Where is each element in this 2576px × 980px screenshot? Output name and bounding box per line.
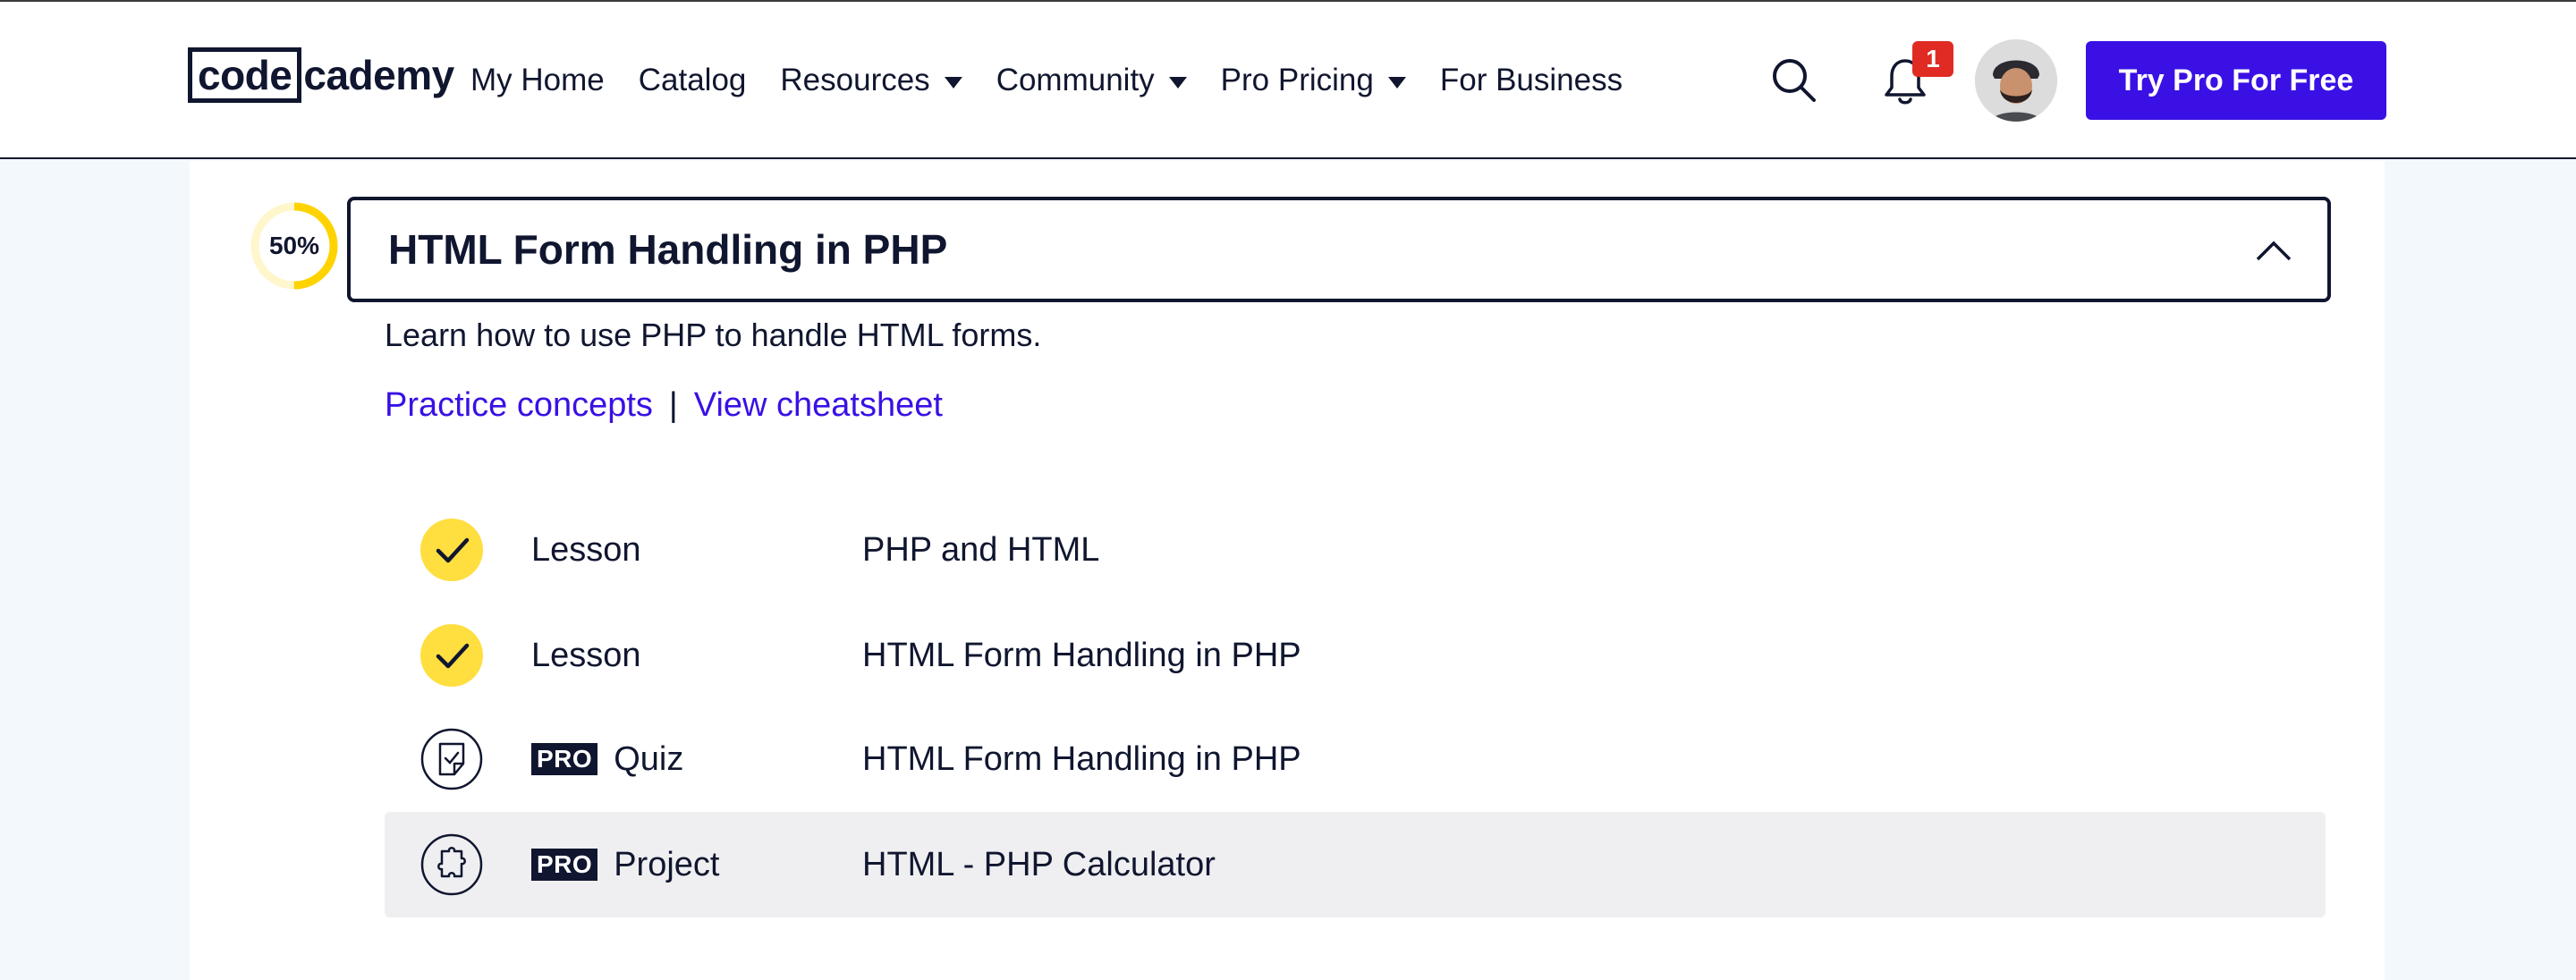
try-pro-button[interactable]: Try Pro For Free xyxy=(2086,41,2386,120)
main-nav: My Home Catalog Resources Community Pro … xyxy=(470,55,1657,106)
item-title: HTML Form Handling in PHP xyxy=(862,636,1301,674)
module-header-toggle[interactable]: HTML Form Handling in PHP xyxy=(347,197,2331,302)
item-type: Lesson xyxy=(531,530,641,569)
item-type: PRO Project xyxy=(531,812,719,917)
practice-concepts-link[interactable]: Practice concepts xyxy=(385,386,653,425)
notification-badge: 1 xyxy=(1912,41,1953,77)
module-links: Practice concepts | View cheatsheet xyxy=(385,386,943,425)
module-description: Learn how to use PHP to handle HTML form… xyxy=(385,317,1042,353)
list-item[interactable]: PRO Quiz HTML Form Handling in PHP xyxy=(385,706,2326,812)
pro-badge: PRO xyxy=(531,849,598,881)
search-icon[interactable] xyxy=(1769,55,1819,106)
completed-check-icon xyxy=(420,624,483,687)
site-header: code cademy My Home Catalog Resources Com… xyxy=(0,2,2576,159)
nav-community[interactable]: Community xyxy=(996,63,1187,98)
list-item[interactable]: PRO Project HTML - PHP Calculator xyxy=(385,812,2326,917)
nav-pro-pricing[interactable]: Pro Pricing xyxy=(1221,63,1406,98)
item-type: Lesson xyxy=(531,636,641,674)
view-cheatsheet-link[interactable]: View cheatsheet xyxy=(694,386,943,425)
nav-my-home[interactable]: My Home xyxy=(470,63,605,98)
item-title: HTML Form Handling in PHP xyxy=(862,739,1301,778)
caret-down-icon xyxy=(1168,76,1187,89)
progress-percent: 50% xyxy=(268,232,320,259)
module-title: HTML Form Handling in PHP xyxy=(388,226,948,273)
avatar[interactable] xyxy=(1975,39,2057,122)
item-title: PHP and HTML xyxy=(862,530,1100,569)
nav-catalog[interactable]: Catalog xyxy=(639,63,747,98)
pro-badge: PRO xyxy=(531,743,598,775)
quiz-icon xyxy=(420,728,483,790)
caret-down-icon xyxy=(1387,76,1406,89)
nav-resources[interactable]: Resources xyxy=(780,63,962,98)
link-separator: | xyxy=(668,386,678,424)
item-type: PRO Quiz xyxy=(531,706,683,812)
list-item[interactable]: Lesson PHP and HTML xyxy=(385,497,2326,603)
completed-check-icon xyxy=(420,519,483,581)
caret-down-icon xyxy=(944,76,962,89)
puzzle-icon xyxy=(420,833,483,896)
item-title: HTML - PHP Calculator xyxy=(862,845,1216,883)
chevron-up-icon xyxy=(2256,241,2292,261)
nav-for-business[interactable]: For Business xyxy=(1440,63,1623,98)
list-item[interactable]: Lesson HTML Form Handling in PHP xyxy=(385,603,2326,708)
user-avatar-icon xyxy=(1975,39,2057,122)
codecademy-logo[interactable]: code cademy xyxy=(188,46,454,104)
